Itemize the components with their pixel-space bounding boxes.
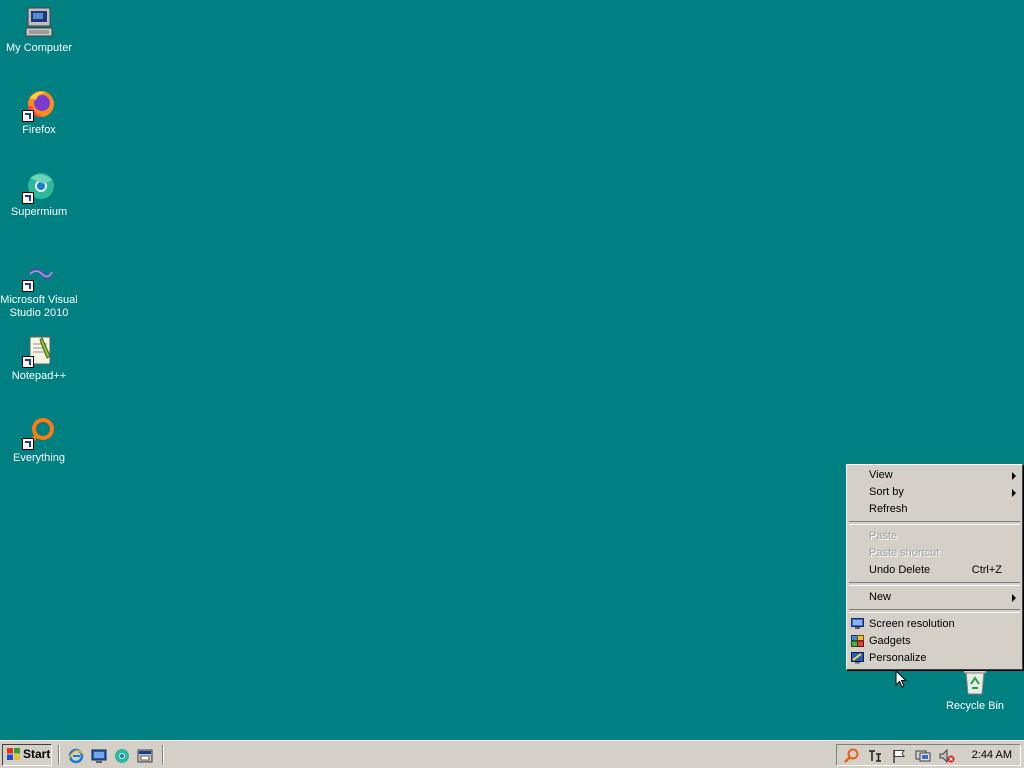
desktop-icon-supermium[interactable]: Supermium <box>0 170 78 219</box>
desktop-context-menu: View Sort by Refresh Paste Paste shortcu… <box>846 464 1023 670</box>
shortcut-arrow-icon <box>22 356 34 368</box>
computer-icon <box>22 6 56 40</box>
desktop-icon-notepadpp[interactable]: Notepad++ <box>0 334 78 383</box>
menu-item-label: Paste <box>869 530 898 542</box>
menu-item-refresh[interactable]: Refresh <box>847 501 1022 518</box>
menu-item-gadgets[interactable]: Gadgets <box>847 633 1022 650</box>
menu-item-label: Personalize <box>869 652 927 664</box>
volume-muted-icon[interactable] <box>939 748 955 764</box>
desktop-icon-my-computer[interactable]: My Computer <box>0 6 78 55</box>
show-desktop-icon[interactable] <box>91 748 107 764</box>
menu-item-personalize[interactable]: Personalize <box>847 650 1022 667</box>
shortcut-arrow-icon <box>22 110 34 122</box>
gadgets-icon <box>851 635 864 647</box>
menu-item-sort-by[interactable]: Sort by <box>847 484 1022 501</box>
desktop-icon-label: Recycle Bin <box>945 700 1005 712</box>
desktop-icon-everything[interactable]: Everything <box>0 416 78 465</box>
menu-item-paste-shortcut: Paste shortcut <box>847 545 1022 562</box>
visual-studio-icon <box>22 258 56 292</box>
everything-search-icon <box>22 416 56 450</box>
submenu-arrow-icon <box>1012 489 1016 497</box>
desktop[interactable]: My Computer Firefox Supermium Microsoft … <box>0 0 1024 740</box>
submenu-arrow-icon <box>1012 594 1016 602</box>
desktop-icon-firefox[interactable]: Firefox <box>0 88 78 137</box>
language-bar-icon[interactable] <box>867 748 883 764</box>
notepadpp-icon <box>22 334 56 368</box>
network-icon[interactable] <box>915 748 931 764</box>
supermium-icon <box>22 170 56 204</box>
desktop-icon-label: Supermium <box>10 206 68 218</box>
menu-separator <box>849 521 1020 525</box>
firefox-icon <box>22 88 56 122</box>
shortcut-arrow-icon <box>22 280 34 292</box>
menu-item-view[interactable]: View <box>847 467 1022 484</box>
menu-item-label: Gadgets <box>869 635 911 647</box>
desktop-icon-visual-studio[interactable]: Microsoft Visual Studio 2010 <box>0 258 78 320</box>
menu-item-undo-delete[interactable]: Undo Delete Ctrl+Z <box>847 562 1022 579</box>
action-center-flag-icon[interactable] <box>891 748 907 764</box>
menu-item-shortcut: Ctrl+Z <box>971 564 1002 576</box>
taskbar-divider <box>162 745 164 765</box>
menu-separator <box>849 582 1020 586</box>
desktop-icon-label: Everything <box>13 452 65 464</box>
menu-item-label: Refresh <box>869 503 908 515</box>
monitor-icon <box>851 618 864 629</box>
desktop-icon-label: My Computer <box>5 42 73 54</box>
desktop-icon-label: Microsoft Visual Studio 2010 <box>0 294 78 319</box>
internet-explorer-icon[interactable] <box>68 748 84 764</box>
menu-separator <box>849 609 1020 613</box>
menu-item-label: New <box>869 591 892 603</box>
menu-item-label: View <box>869 469 893 481</box>
taskbar-divider <box>58 745 60 765</box>
menu-item-screen-resolution[interactable]: Screen resolution <box>847 616 1022 633</box>
desktop-icon-recycle-bin[interactable]: Recycle Bin <box>936 664 1014 713</box>
menu-item-label: Undo Delete <box>869 564 931 576</box>
start-label: Start <box>23 747 51 761</box>
search-icon[interactable] <box>843 748 859 764</box>
menu-item-label: Paste shortcut <box>869 547 940 559</box>
supermium-icon[interactable] <box>114 748 130 764</box>
taskbar-clock[interactable]: 2:44 AM <box>972 745 1012 765</box>
shortcut-arrow-icon <box>22 438 34 450</box>
menu-item-label: Sort by <box>869 486 904 498</box>
start-button[interactable]: Start <box>2 744 52 766</box>
menu-item-paste: Paste <box>847 528 1022 545</box>
personalize-icon <box>851 652 864 664</box>
desktop-icon-label: Notepad++ <box>11 370 67 382</box>
shortcut-arrow-icon <box>22 192 34 204</box>
system-tray: 2:44 AM <box>836 744 1021 766</box>
menu-item-label: Screen resolution <box>869 618 955 630</box>
desktop-icon-label: Firefox <box>22 124 56 136</box>
submenu-arrow-icon <box>1012 472 1016 480</box>
switch-windows-icon[interactable] <box>137 748 153 764</box>
menu-item-new[interactable]: New <box>847 589 1022 606</box>
windows-logo-icon <box>7 748 20 760</box>
mouse-cursor-icon <box>895 670 907 688</box>
taskbar: Start 2:44 AM <box>0 740 1024 768</box>
